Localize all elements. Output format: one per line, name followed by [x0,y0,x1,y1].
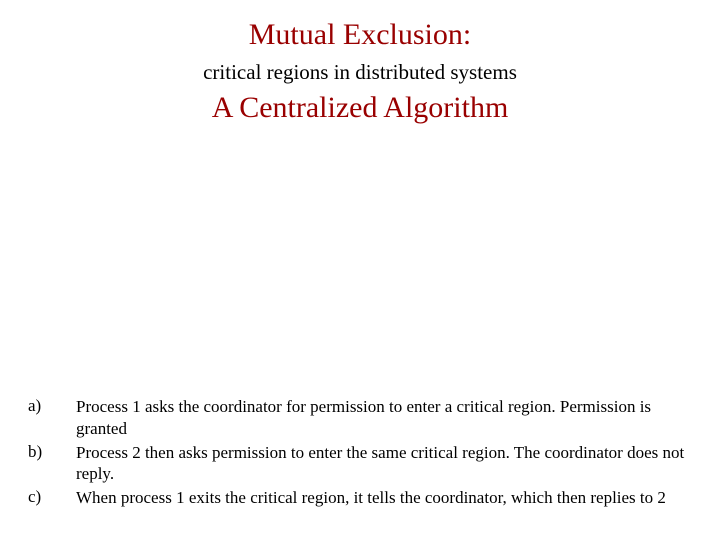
list-item-text: Process 2 then asks permission to enter … [76,442,692,486]
list-item-text: When process 1 exits the critical region… [76,487,666,509]
list-item: c) When process 1 exits the critical reg… [28,487,692,509]
list-item-label: c) [28,487,76,509]
list-item: a) Process 1 asks the coordinator for pe… [28,396,692,440]
list-item-label: b) [28,442,76,486]
list-item-text: Process 1 asks the coordinator for permi… [76,396,692,440]
enumerated-list: a) Process 1 asks the coordinator for pe… [28,396,692,511]
list-item: b) Process 2 then asks permission to ent… [28,442,692,486]
list-item-label: a) [28,396,76,440]
slide-title-1: Mutual Exclusion: [0,18,720,52]
slide-title-2: A Centralized Algorithm [0,91,720,125]
slide-subtitle: critical regions in distributed systems [0,60,720,85]
